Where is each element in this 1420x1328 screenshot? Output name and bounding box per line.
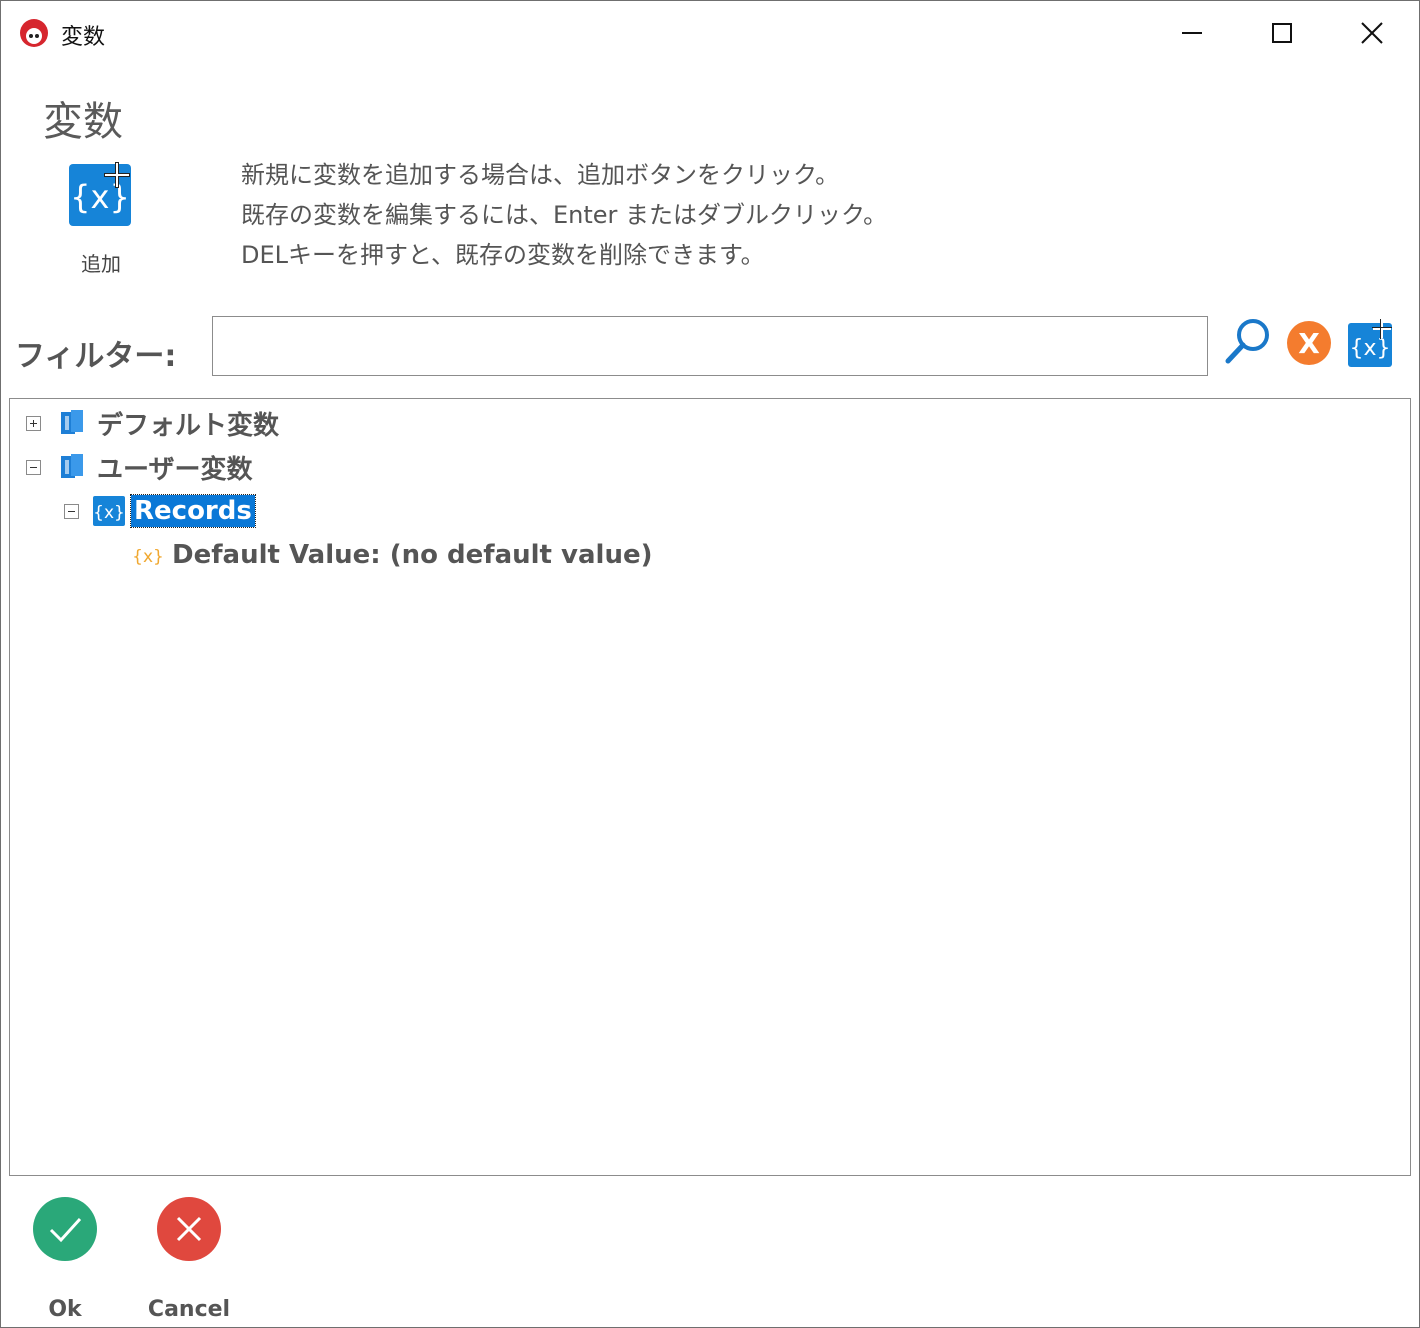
variable-tree[interactable]: デフォルト変数 ユーザー変数 {x} Records x} Default Va… (9, 398, 1411, 1176)
variable-icon: {x} (93, 496, 125, 526)
cancel-label: Cancel (147, 1297, 231, 1322)
expand-icon[interactable] (26, 415, 41, 431)
tree-node-default-variables[interactable]: デフォルト変数 (26, 403, 279, 443)
folder-icon (61, 454, 83, 480)
window-title: 変数 (61, 25, 106, 50)
tree-node-label-selected: Records (130, 494, 256, 528)
add-button-label: 追加 (81, 252, 121, 276)
folder-icon (61, 410, 83, 436)
minimize-button[interactable] (1147, 1, 1237, 65)
search-icon[interactable] (1223, 317, 1271, 369)
add-variable-button[interactable]: {x} 追加 (61, 156, 141, 281)
svg-text:{x}: {x} (70, 178, 130, 216)
help-line: 既存の変数を編集するには、Enter またはダブルクリック。 (241, 201, 888, 229)
ok-label: Ok (48, 1297, 82, 1322)
svg-text:X: X (1298, 327, 1320, 360)
tree-node-user-variables[interactable]: ユーザー変数 (26, 447, 252, 487)
collapse-icon[interactable] (64, 503, 79, 519)
tree-node-label: Default Value: (no default value) (172, 540, 653, 570)
help-line: DELキーを押すと、既存の変数を削除できます。 (241, 241, 765, 269)
cancel-icon (157, 1197, 221, 1261)
check-icon (33, 1197, 97, 1261)
cancel-button[interactable]: Cancel (139, 1197, 239, 1327)
collapse-icon[interactable] (26, 459, 41, 475)
svg-text:{x}: {x} (134, 547, 162, 567)
new-variable-icon[interactable]: {x} (1346, 317, 1394, 369)
filter-label: フィルター: (15, 339, 177, 374)
close-button[interactable] (1327, 1, 1417, 65)
help-line: 新規に変数を追加する場合は、追加ボタンをクリック。 (241, 161, 840, 189)
maximize-button[interactable] (1237, 1, 1327, 65)
filter-input[interactable] (212, 316, 1208, 376)
title-bar: 変数 (1, 1, 1419, 65)
minimize-icon (1182, 32, 1202, 34)
default-value-icon: {x} (132, 541, 164, 569)
tree-node-default-value[interactable]: {x} Default Value: (no default value) (132, 535, 653, 575)
tree-node-records[interactable]: {x} Records (64, 491, 256, 531)
page-title: 変数 (43, 99, 123, 145)
close-icon (1361, 22, 1383, 44)
clear-filter-icon[interactable]: X (1285, 317, 1333, 369)
tree-node-label: ユーザー変数 (97, 454, 253, 485)
tree-node-label: デフォルト変数 (97, 410, 280, 441)
variables-dialog: 変数 変数 {x} 追加 新規に変数を追加する場合は、追加ボタンをクリック。 既… (0, 0, 1420, 1328)
ok-button[interactable]: Ok (15, 1197, 115, 1327)
maximize-icon (1272, 23, 1292, 43)
svg-text:{x}: {x} (93, 503, 125, 523)
svg-text:{x}: {x} (1349, 336, 1390, 361)
help-text: 新規に変数を追加する場合は、追加ボタンをクリック。 既存の変数を編集するには、E… (241, 155, 887, 275)
add-variable-icon: {x} (69, 160, 135, 226)
app-logo-icon (19, 18, 49, 48)
